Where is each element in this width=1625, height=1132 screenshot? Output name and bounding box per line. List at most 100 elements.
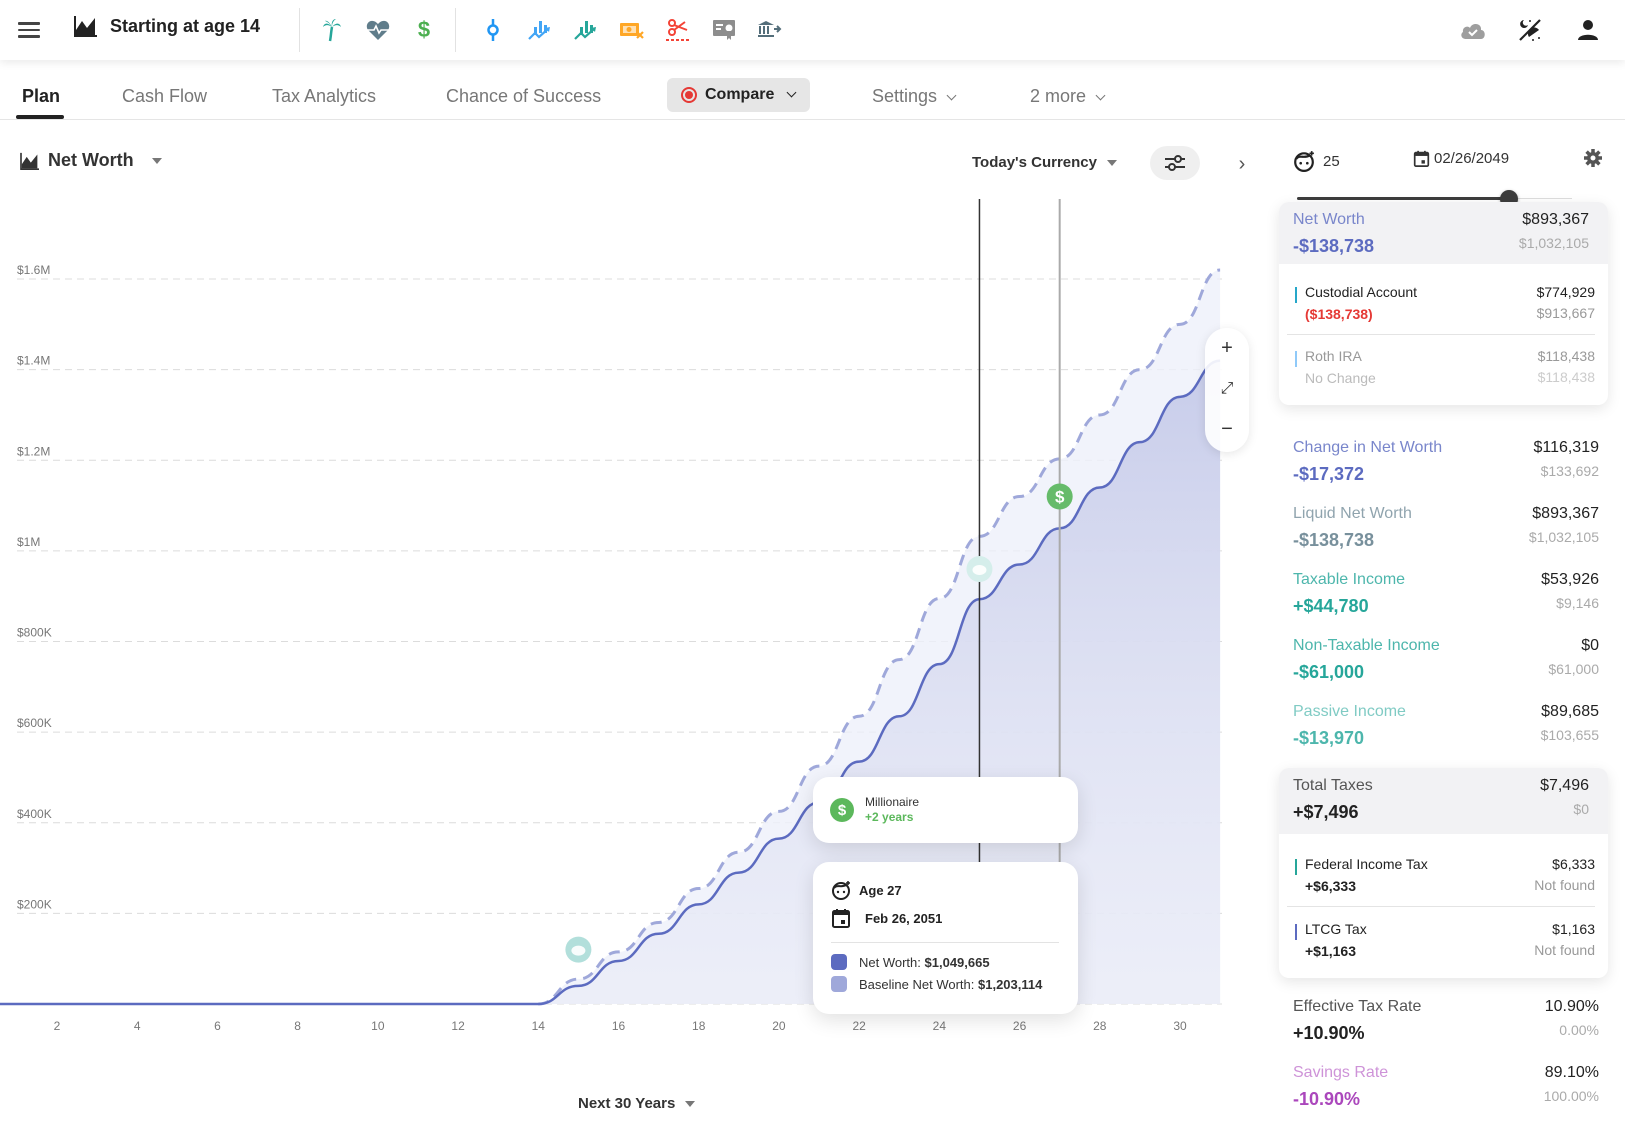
- x-tick-label: 26: [1013, 1019, 1027, 1033]
- menu-icon[interactable]: [18, 18, 40, 42]
- series-text: Net Worth: $1,049,665: [859, 955, 990, 970]
- certificate-icon[interactable]: [710, 16, 738, 44]
- settings-dropdown[interactable]: Settings: [872, 86, 957, 107]
- piggy-bank-event-marker: [565, 936, 592, 963]
- account-row-custodial[interactable]: Custodial Account ($138,738) $774,929 $9…: [1295, 284, 1595, 340]
- metric-baseline: $103,655: [1540, 727, 1599, 743]
- money-cancel-icon[interactable]: [618, 16, 646, 44]
- time-range-dropdown[interactable]: Next 30 Years: [578, 1095, 696, 1112]
- net-worth-card: Net Worth -$138,738 $893,367 $1,032,105 …: [1279, 202, 1608, 405]
- milestone-title: Millionaire: [865, 795, 920, 809]
- cloud-sync-icon[interactable]: [1459, 16, 1487, 44]
- metric-delta: +$44,780: [1293, 596, 1369, 616]
- chart-filter-button[interactable]: [1150, 146, 1200, 180]
- series-value: $1,203,114: [978, 976, 1043, 992]
- account-color-bar: [1295, 287, 1297, 303]
- tooltip-date-text: Feb 26, 2051: [865, 910, 943, 926]
- toolbar-divider: [299, 8, 300, 52]
- piggy-bank-icon: [571, 945, 586, 956]
- metric-dropdown[interactable]: Net Worth: [20, 150, 162, 171]
- x-tick-label: 10: [371, 1019, 385, 1033]
- account-row-roth-ira[interactable]: Roth IRA No Change $118,438 $118,438: [1295, 348, 1595, 404]
- tab-cash-flow[interactable]: Cash Flow: [122, 86, 207, 107]
- net-worth-summary[interactable]: Net Worth -$138,738 $893,367 $1,032,105: [1279, 202, 1608, 264]
- metric-value: $893,367: [1522, 211, 1589, 228]
- zoom-in-button[interactable]: +: [1205, 333, 1249, 363]
- tax-label: LTCG Tax: [1305, 921, 1367, 937]
- metric-non-taxable-income[interactable]: Non-Taxable Income -$61,000 $0 $61,000: [1293, 637, 1599, 699]
- divider: [1287, 906, 1595, 907]
- metric-net-worth: Net Worth -$138,738 $893,367 $1,032,105: [1293, 211, 1589, 273]
- caret-down-icon: [1107, 159, 1117, 166]
- plan-title: Starting at age 14: [74, 15, 260, 37]
- dollar-icon: $: [1055, 488, 1065, 507]
- legend-swatch: [831, 954, 847, 970]
- x-tick-label: 28: [1093, 1019, 1107, 1033]
- y-tick-label: $1.6M: [17, 263, 50, 277]
- theme-toggle-icon[interactable]: [1516, 16, 1544, 44]
- split-scissors-icon[interactable]: [664, 16, 692, 44]
- tax-baseline: Not found: [1534, 942, 1595, 958]
- more-dropdown[interactable]: 2 more: [1030, 86, 1106, 107]
- metric-delta: -$17,372: [1293, 464, 1365, 484]
- metric-taxable-income[interactable]: Taxable Income +$44,780 $53,926 $9,146: [1293, 571, 1599, 633]
- currency-dropdown[interactable]: Today's Currency: [972, 154, 1117, 171]
- x-tick-label: 12: [451, 1019, 465, 1033]
- metric-label: Taxable Income: [1293, 571, 1406, 588]
- chart-growth-teal-icon[interactable]: [572, 16, 600, 44]
- account-label: Roth IRA: [1305, 348, 1362, 364]
- tab-tax-analytics[interactable]: Tax Analytics: [272, 86, 376, 107]
- fit-to-screen-button[interactable]: ⤢: [1205, 374, 1249, 404]
- metric-savings-rate[interactable]: Savings Rate -10.90% 89.10% 100.00%: [1293, 1064, 1599, 1126]
- account-delta: No Change: [1305, 370, 1376, 386]
- chart-area-icon: [74, 16, 97, 37]
- x-tick-label: 6: [214, 1019, 221, 1033]
- account-icon[interactable]: [1574, 16, 1602, 44]
- metric-label: Net Worth: [1293, 211, 1365, 228]
- tooltip-date: Feb 26, 2051: [831, 908, 942, 928]
- dollar-icon[interactable]: $: [410, 16, 438, 44]
- metric-liquid-net-worth[interactable]: Liquid Net Worth -$138,738 $893,367 $1,0…: [1293, 505, 1599, 567]
- commit-node-icon[interactable]: [479, 16, 507, 44]
- metric-change-in-net-worth[interactable]: Change in Net Worth -$17,372 $116,319 $1…: [1293, 439, 1599, 501]
- x-tick-label: 20: [772, 1019, 786, 1033]
- tab-plan[interactable]: Plan: [22, 86, 60, 107]
- divider: [831, 942, 1059, 943]
- tab-chance-of-success[interactable]: Chance of Success: [446, 86, 601, 107]
- slider-fill: [1297, 197, 1509, 200]
- heart-pulse-icon[interactable]: [364, 16, 392, 44]
- chevron-right-icon[interactable]: ›: [1232, 152, 1252, 176]
- tooltip-series-baseline: Baseline Net Worth: $1,203,114: [831, 976, 1042, 992]
- details-panel: 25 02/26/2049 Net Worth -$138,738 $893,3…: [1265, 120, 1625, 1132]
- compare-button[interactable]: Compare: [667, 78, 810, 112]
- y-tick-label: $600K: [17, 716, 52, 730]
- account-baseline: $913,667: [1536, 305, 1595, 321]
- metric-passive-income[interactable]: Passive Income -$13,970 $89,685 $103,655: [1293, 703, 1599, 765]
- metric-effective-tax-rate[interactable]: Effective Tax Rate +10.90% 10.90% 0.00%: [1293, 998, 1599, 1060]
- bank-transfer-icon[interactable]: [756, 16, 784, 44]
- chart-growth-blue-icon[interactable]: [526, 16, 554, 44]
- metric-delta: -10.90%: [1293, 1089, 1361, 1109]
- zoom-out-button[interactable]: −: [1205, 414, 1249, 444]
- tax-row-federal-income[interactable]: Federal Income Tax +$6,333 $6,333 Not fo…: [1295, 856, 1595, 912]
- gear-icon[interactable]: [1583, 148, 1603, 173]
- metric-delta: +$7,496: [1293, 802, 1359, 822]
- total-taxes-summary[interactable]: Total Taxes +$7,496 $7,496 $0: [1279, 768, 1608, 834]
- tooltip-age: Age 27: [831, 880, 902, 900]
- metric-label: Change in Net Worth: [1293, 439, 1443, 456]
- tax-value: $6,333: [1552, 856, 1595, 872]
- caret-down-icon: [685, 1100, 696, 1107]
- dollar-icon: $: [830, 798, 854, 822]
- metric-delta: -$138,738: [1293, 530, 1375, 550]
- y-tick-label: $1.2M: [17, 444, 50, 458]
- tax-row-ltcg[interactable]: LTCG Tax +$1,163 $1,163 Not found: [1295, 921, 1595, 977]
- metric-total-taxes: Total Taxes +$7,496 $7,496 $0: [1293, 777, 1589, 839]
- palm-tree-icon[interactable]: [318, 16, 346, 44]
- legend-swatch: [831, 976, 847, 992]
- piggy-bank-event-marker: [966, 556, 993, 582]
- metric-value: $0: [1581, 637, 1599, 654]
- metric-value: $116,319: [1533, 439, 1599, 456]
- caret-down-icon: [151, 157, 162, 164]
- calendar-icon: [1413, 150, 1430, 167]
- x-tick-label: 18: [692, 1019, 706, 1033]
